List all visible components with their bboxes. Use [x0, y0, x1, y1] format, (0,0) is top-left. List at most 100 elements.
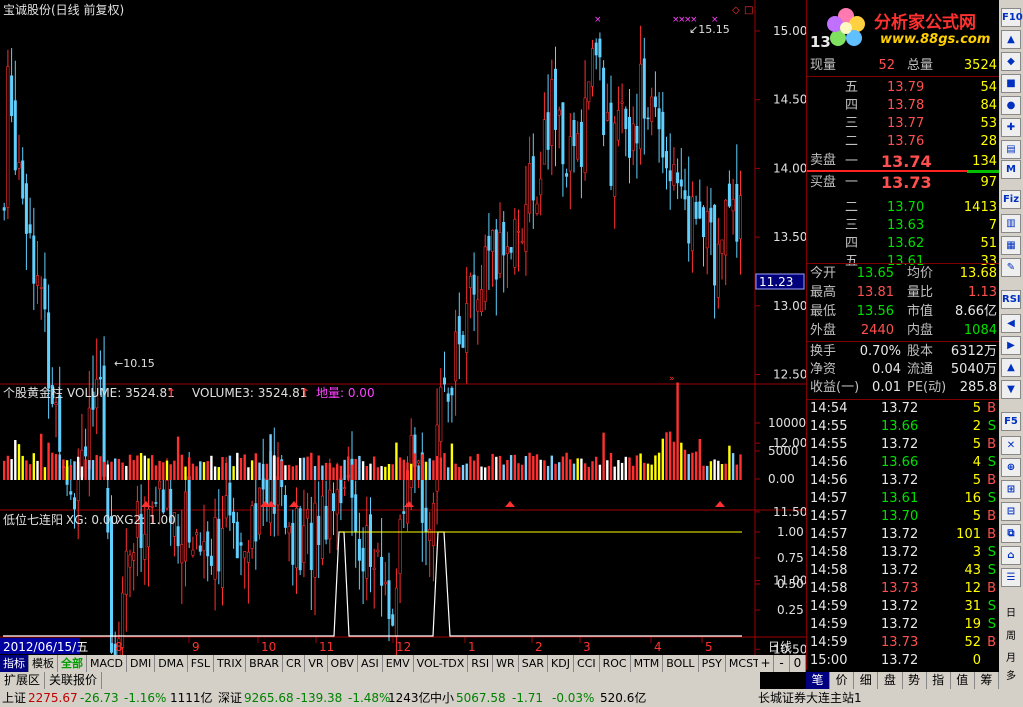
toolbar-tool-icon[interactable]: ✕	[1001, 436, 1021, 455]
indicator-tab[interactable]: ROC	[600, 655, 631, 672]
indicator-tab[interactable]: MACD	[87, 655, 127, 672]
toolbar-tool-icon[interactable]: ▼	[1001, 380, 1021, 399]
price-tick-label: 13.50	[773, 230, 806, 244]
toolbar-tool-icon[interactable]: ◆	[1001, 52, 1021, 71]
indicator-tab[interactable]: 指标	[0, 655, 29, 672]
quote-tab[interactable]: 势	[903, 672, 927, 689]
quote-tab[interactable]: 细	[854, 672, 879, 689]
candle-body	[124, 550, 128, 595]
indicator-tab[interactable]: MTM	[631, 655, 664, 672]
volume-bar	[439, 457, 442, 480]
stat-row: 今开 13.65 均价 13.68	[807, 265, 999, 283]
indicator-tab[interactable]: VOL-TDX	[414, 655, 469, 672]
sz-percent: -1.48%	[348, 691, 391, 705]
toolbar-tool-icon[interactable]: ▲	[1001, 30, 1021, 49]
volume-bar	[343, 459, 346, 480]
indicator-tab[interactable]: CR	[283, 655, 306, 672]
broker-name[interactable]: 长城证券大连主站1	[758, 689, 862, 707]
indicator-tab[interactable]: ASI	[358, 655, 383, 672]
toolbar-icon-0[interactable]: F10	[1001, 8, 1023, 27]
toolbar-tool-icon[interactable]: ⊞	[1001, 480, 1021, 499]
stat-row: 最低 13.56 市值 8.66亿	[807, 303, 999, 321]
sell-volume: 54	[980, 80, 997, 95]
toolbar-tool-icon[interactable]: ⊟	[1001, 502, 1021, 521]
toolbar-tool-icon[interactable]: ▲	[1001, 358, 1021, 377]
quote-tab[interactable]: 筹	[975, 672, 999, 689]
quote-tab[interactable]: 值	[951, 672, 975, 689]
indicator-axis: 1.00 0.75 0.50 0.25	[755, 525, 804, 617]
indicator-tab[interactable]: FSL	[188, 655, 214, 672]
indicator-tab[interactable]: 全部	[58, 655, 87, 672]
zoom-controls: + -0	[758, 655, 806, 672]
indicator-tab[interactable]: WR	[493, 655, 519, 672]
toolbar-tool-icon[interactable]: ◀	[1001, 314, 1021, 333]
toolbar-tool-icon[interactable]: ▤	[1001, 140, 1021, 159]
indicator-tab[interactable]: KDJ	[548, 655, 574, 672]
indicator-tab[interactable]: DMA	[155, 655, 188, 672]
tick-side: S	[987, 599, 996, 614]
candle-body	[202, 541, 206, 552]
quote-tab[interactable]: 笔	[806, 672, 831, 689]
toolbar-icon-5[interactable]: 日	[1001, 605, 1021, 624]
indicator-tab[interactable]: PSY	[699, 655, 726, 672]
tick-price: 13.70	[881, 509, 919, 524]
toolbar-icon-8[interactable]: 多	[1001, 668, 1021, 687]
indicator-tab[interactable]: 模板	[29, 655, 58, 672]
chart-area[interactable]: 宝诚股份(日线 前复权) ◇ □ 15.00 14.50 14.00 13.50 13.…	[0, 0, 806, 655]
toolbar-tool-icon[interactable]: ✎	[1001, 258, 1021, 277]
toolbar-tool-icon[interactable]: ⊕	[1001, 458, 1021, 477]
candle-body	[672, 164, 676, 186]
stat-label: 量比	[907, 285, 934, 300]
indicator-tab[interactable]: DMI	[127, 655, 156, 672]
volume-bar	[617, 460, 620, 480]
toolbar-tool-icon[interactable]: ⧉	[1001, 524, 1021, 543]
quote-tab[interactable]: 指	[927, 672, 951, 689]
volume-bar	[358, 455, 361, 480]
toolbar-tool-icon[interactable]: ■	[1001, 74, 1021, 93]
indicator-tab[interactable]: TRIX	[214, 655, 247, 672]
zoom-button[interactable]: 0	[790, 655, 806, 672]
extension-tab[interactable]: 关联报价	[45, 672, 103, 689]
indicator-tab[interactable]: SAR	[519, 655, 549, 672]
toolbar-icon-3[interactable]: Fiz	[1001, 190, 1021, 209]
indicator-tab[interactable]: EMV	[383, 655, 414, 672]
quote-tab[interactable]: 盘	[878, 672, 903, 689]
toolbar-icon-4[interactable]: F5	[1001, 412, 1021, 431]
toolbar-icon-6[interactable]: 周	[1001, 628, 1021, 647]
cursor-price: 11.23	[759, 275, 793, 289]
toolbar-tool-icon[interactable]: ▶	[1001, 336, 1021, 355]
quote-tab[interactable]: 价	[830, 672, 855, 689]
indicator-tab[interactable]: RSI	[468, 655, 494, 672]
indicator-tab[interactable]: BRAR	[246, 655, 284, 672]
stat-label: 外盘	[810, 323, 837, 338]
volume-bar	[387, 463, 391, 480]
volume-bar	[435, 455, 439, 480]
toolbar-icon-7[interactable]: 月	[1001, 650, 1021, 669]
buy-level-row: 三 13.63 7	[807, 217, 999, 235]
indicator-tab[interactable]: BOLL	[663, 655, 699, 672]
zoom-button[interactable]: +	[758, 655, 774, 672]
toolbar-tool-icon[interactable]: ●	[1001, 96, 1021, 115]
zoom-button[interactable]: -	[774, 655, 790, 672]
tick-side: B	[987, 509, 996, 524]
period-label[interactable]: 日线	[768, 640, 792, 654]
indicator-tab[interactable]: VR	[305, 655, 328, 672]
candle-body	[587, 81, 591, 103]
toolbar-tool-icon[interactable]: ☰	[1001, 568, 1021, 587]
indicator-tab[interactable]: OBV	[328, 655, 358, 672]
toolbar-icon-2[interactable]: RSI	[1001, 290, 1021, 309]
toolbar-icon-1[interactable]: M	[1001, 160, 1021, 179]
candle-body	[17, 162, 21, 169]
toolbar-tool-icon[interactable]: ✚	[1001, 118, 1021, 137]
small-square-icon[interactable]: □	[744, 5, 753, 16]
volume-bar	[269, 434, 272, 480]
tick-row: 14:56 13.72 5 B	[807, 472, 999, 490]
tick-time: 14:55	[810, 437, 848, 452]
toolbar-tool-icon[interactable]: ▦	[1001, 236, 1021, 255]
toolbar-tool-icon[interactable]: ▥	[1001, 214, 1021, 233]
date-tick-label: 8	[115, 640, 123, 654]
toolbar-tool-icon[interactable]: ⌂	[1001, 546, 1021, 565]
diamond-icon[interactable]: ◇	[732, 5, 740, 16]
indicator-tab[interactable]: CCI	[574, 655, 600, 672]
extension-tab[interactable]: 扩展区	[0, 672, 46, 689]
